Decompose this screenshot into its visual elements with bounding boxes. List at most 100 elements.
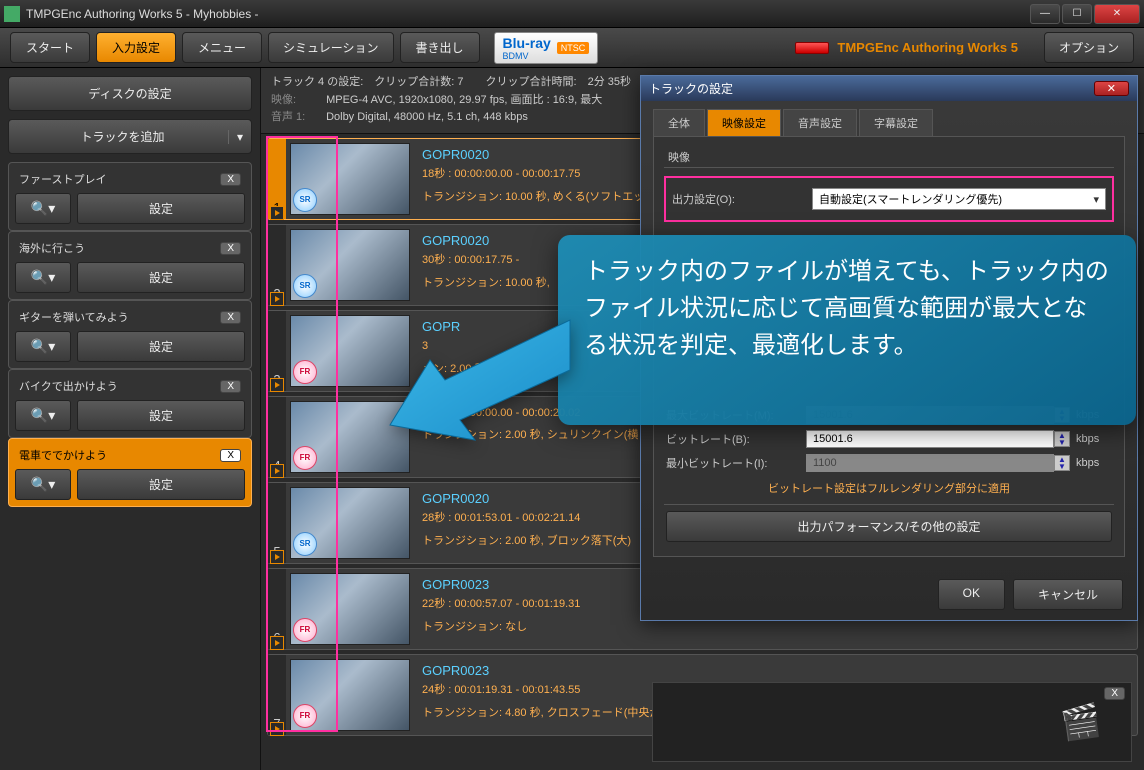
highlight-output-box: 出力設定(O): 自動設定(スマートレンダリング優先) ▾: [664, 176, 1114, 222]
play-icon[interactable]: [270, 378, 284, 392]
minbitrate-input: 1100: [806, 454, 1054, 472]
output-label: 出力設定(O):: [672, 191, 812, 207]
dialog-close-button[interactable]: ✕: [1094, 81, 1129, 96]
close-button[interactable]: ✕: [1094, 4, 1140, 24]
dialog-title: トラックの設定: [649, 80, 733, 97]
bitrate-note: ビットレート設定はフルレンダリング部分に適用: [664, 480, 1114, 496]
clip-thumbnail[interactable]: SR: [290, 143, 410, 215]
maximize-button[interactable]: ☐: [1062, 4, 1092, 24]
clip-thumbnail[interactable]: FR: [290, 573, 410, 645]
explanation-callout: トラック内のファイルが増えても、トラック内のファイル状況に応じて高画質な範囲が最…: [558, 235, 1136, 425]
track-name: ギターを弾いてみよう: [19, 309, 129, 325]
sidebar-track-item[interactable]: ギターを弾いてみよう X 🔍▾ 設定: [8, 300, 252, 369]
play-icon[interactable]: [270, 292, 284, 306]
track-settings-button[interactable]: 設定: [77, 400, 245, 431]
format-region-label: NTSC: [557, 42, 590, 54]
minimize-button[interactable]: —: [1030, 4, 1060, 24]
track-search-button[interactable]: 🔍▾: [15, 193, 71, 224]
play-icon[interactable]: [270, 636, 284, 650]
clip-thumbnail[interactable]: SR: [290, 229, 410, 301]
brand-area: TMPGEnc Authoring Works 5: [795, 40, 1018, 55]
format-sub-label: BDMV: [503, 51, 551, 61]
sidebar: ディスクの設定 トラックを追加 ▾ ファーストプレイ X 🔍▾ 設定 海外に行こ…: [0, 68, 260, 770]
tab-all[interactable]: 全体: [653, 109, 705, 136]
sidebar-track-item[interactable]: ファーストプレイ X 🔍▾ 設定: [8, 162, 252, 231]
format-main-label: Blu-ray: [503, 35, 551, 51]
chevron-down-icon: ▾: [228, 130, 243, 144]
clip-thumbnail[interactable]: FR: [290, 659, 410, 731]
track-name: ファーストプレイ: [19, 171, 106, 187]
bitrate-input[interactable]: 15001.6: [806, 430, 1054, 448]
clapper-icon: 🎬: [1059, 700, 1104, 743]
spinner-icon: ▲▼: [1054, 455, 1070, 471]
output-select[interactable]: 自動設定(スマートレンダリング優先) ▾: [812, 188, 1106, 210]
video-label: 映像:: [271, 92, 323, 110]
track-settings-button[interactable]: 設定: [77, 469, 245, 500]
render-badge-icon: SR: [293, 188, 317, 212]
callout-text: トラック内のファイルが増えても、トラック内のファイル状況に応じて高画質な範囲が最…: [584, 253, 1110, 365]
unit-label: kbps: [1076, 457, 1112, 469]
cancel-button[interactable]: キャンセル: [1013, 579, 1123, 610]
render-badge-icon: SR: [293, 274, 317, 298]
audio-value: Dolby Digital, 48000 Hz, 5.1 ch, 448 kbp…: [326, 111, 528, 123]
track-close-button[interactable]: X: [220, 449, 241, 462]
app-icon: [4, 6, 20, 22]
section-video-label: 映像: [664, 147, 1114, 168]
performance-button[interactable]: 出力パフォーマンス/その他の設定: [666, 511, 1112, 542]
brand-label: TMPGEnc Authoring Works 5: [837, 40, 1018, 55]
render-badge-icon: FR: [293, 704, 317, 728]
chevron-down-icon: ▾: [1093, 193, 1099, 206]
format-badge[interactable]: Blu-ray BDMV NTSC: [494, 32, 599, 64]
simulation-button[interactable]: シミュレーション: [268, 32, 394, 63]
tab-video[interactable]: 映像設定: [707, 109, 781, 136]
track-name: 電車ででかけよう: [19, 447, 107, 463]
input-settings-button[interactable]: 入力設定: [96, 32, 176, 63]
preview-close-button[interactable]: X: [1104, 687, 1125, 700]
sidebar-track-item[interactable]: バイクで出かけよう X 🔍▾ 設定: [8, 369, 252, 438]
track-search-button[interactable]: 🔍▾: [15, 262, 71, 293]
video-value: MPEG-4 AVC, 1920x1080, 29.97 fps, 画面比 : …: [326, 94, 602, 106]
track-search-button[interactable]: 🔍▾: [15, 400, 71, 431]
preview-panel: X 🎬: [652, 682, 1132, 762]
window-title: TMPGEnc Authoring Works 5 - Myhobbies -: [26, 7, 1030, 21]
start-button[interactable]: スタート: [10, 32, 90, 63]
bitrate-label: ビットレート(B):: [666, 431, 806, 447]
tab-audio[interactable]: 音声設定: [783, 109, 857, 136]
output-value: 自動設定(スマートレンダリング優先): [819, 191, 1002, 207]
track-close-button[interactable]: X: [220, 242, 241, 255]
track-search-button[interactable]: 🔍▾: [15, 469, 71, 500]
disc-settings-button[interactable]: ディスクの設定: [8, 76, 252, 111]
unit-label: kbps: [1076, 433, 1112, 445]
clip-thumbnail[interactable]: SR: [290, 487, 410, 559]
track-search-button[interactable]: 🔍▾: [15, 331, 71, 362]
render-badge-icon: SR: [293, 532, 317, 556]
render-badge-icon: FR: [293, 446, 317, 470]
track-settings-button[interactable]: 設定: [77, 262, 245, 293]
clip-name: GOPR0023: [422, 661, 1129, 681]
minbitrate-label: 最小ビットレート(I):: [666, 455, 806, 471]
export-button[interactable]: 書き出し: [400, 32, 480, 63]
sidebar-track-item[interactable]: 電車ででかけよう X 🔍▾ 設定: [8, 438, 252, 507]
dialog-tabs: 全体 映像設定 音声設定 字幕設定: [641, 101, 1137, 136]
track-close-button[interactable]: X: [220, 311, 241, 324]
menu-button[interactable]: メニュー: [182, 32, 262, 63]
audio-label: 音声 1:: [271, 109, 323, 127]
track-settings-button[interactable]: 設定: [77, 331, 245, 362]
track-close-button[interactable]: X: [220, 173, 241, 186]
track-settings-button[interactable]: 設定: [77, 193, 245, 224]
render-badge-icon: FR: [293, 360, 317, 384]
main-toolbar: スタート 入力設定 メニュー シミュレーション 書き出し Blu-ray BDM…: [0, 28, 1144, 68]
ok-button[interactable]: OK: [938, 579, 1005, 610]
tab-subtitle[interactable]: 字幕設定: [859, 109, 933, 136]
play-icon[interactable]: [270, 722, 284, 736]
option-button[interactable]: オプション: [1044, 32, 1134, 63]
play-icon[interactable]: [270, 464, 284, 478]
play-icon[interactable]: [270, 550, 284, 564]
sidebar-track-item[interactable]: 海外に行こう X 🔍▾ 設定: [8, 231, 252, 300]
add-track-button[interactable]: トラックを追加 ▾: [8, 119, 252, 154]
play-icon[interactable]: [270, 206, 284, 220]
spinner-icon[interactable]: ▲▼: [1054, 431, 1070, 447]
brand-bar-icon: [795, 42, 829, 54]
track-close-button[interactable]: X: [220, 380, 241, 393]
clip-transition: トランジション: なし: [422, 619, 1129, 636]
